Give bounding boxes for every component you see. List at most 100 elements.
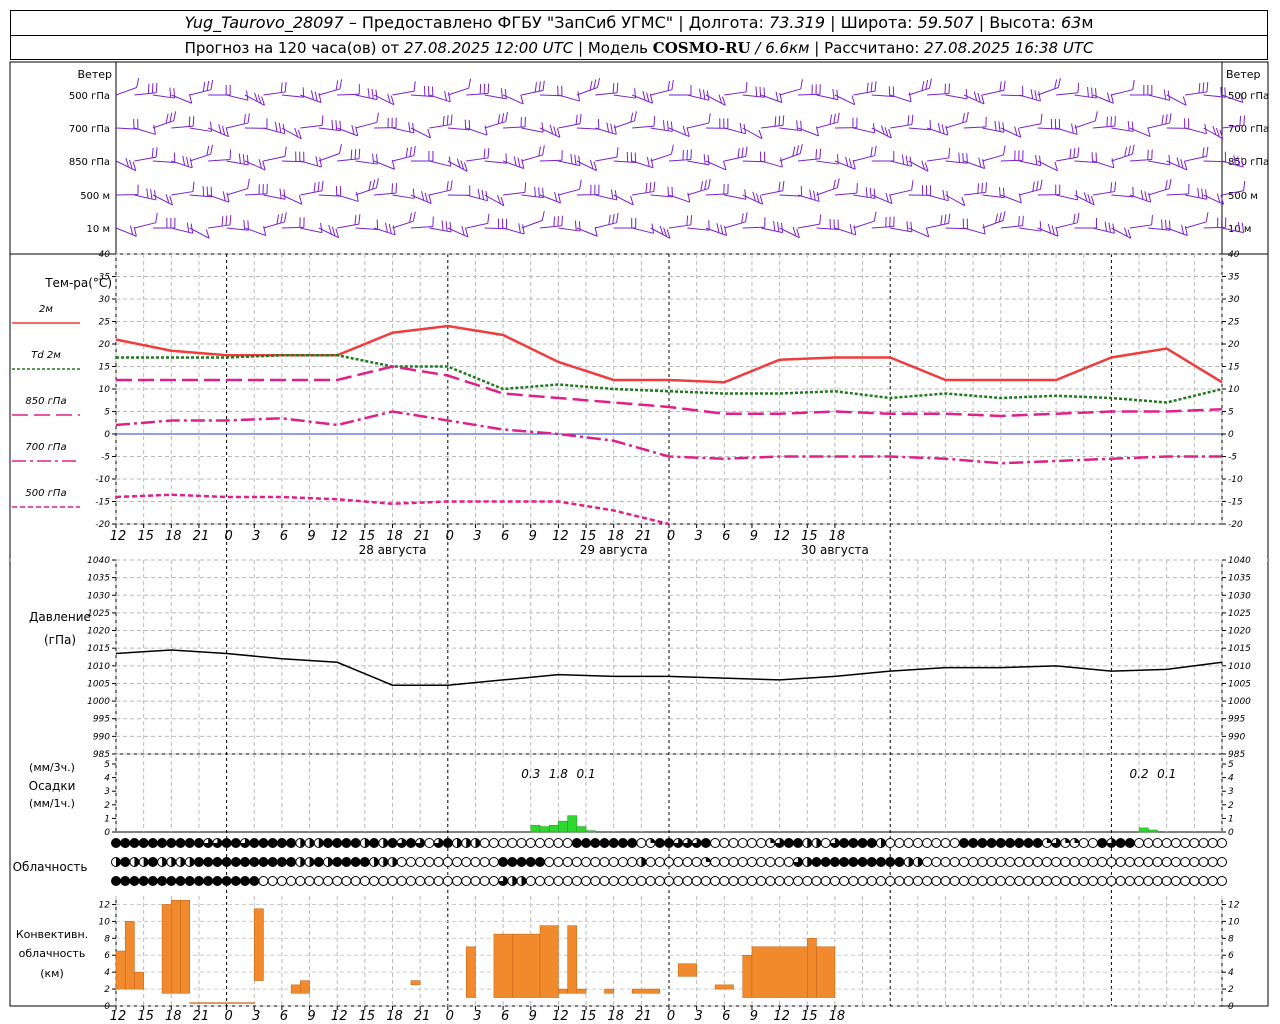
precip-annotation: 0.2 <box>1130 767 1149 781</box>
temp-x-ticklabel: 21 <box>193 529 210 544</box>
wind-barb-flag <box>579 179 582 190</box>
cloud-symbol <box>396 857 407 867</box>
wind-barb-flag <box>372 153 374 164</box>
cloud-symbol <box>138 876 149 886</box>
wind-barb-shaft <box>466 127 488 136</box>
wind-barb-flag <box>202 186 205 197</box>
wind-barb-flag <box>741 213 744 224</box>
cloud-symbol <box>1170 857 1181 867</box>
wind-barb-flag <box>477 188 481 199</box>
cloud-symbol <box>1189 838 1200 848</box>
wind-barb-flag <box>575 114 578 125</box>
conv-bar <box>677 963 697 977</box>
wind-barb-shaft <box>208 194 230 203</box>
wind-barb-shaft <box>926 194 949 202</box>
cloud-symbol <box>1087 838 1098 848</box>
wind-barb-flag <box>500 88 503 99</box>
conv-ticklabel-left: 2 <box>104 985 110 995</box>
wind-barb-shaft <box>613 120 635 129</box>
wind-barb-flag <box>907 115 910 126</box>
wind-barb-flag <box>188 93 193 104</box>
conv-bar <box>714 984 734 990</box>
cloud-symbol <box>267 876 278 886</box>
conv-x-ticklabel: 12 <box>331 1009 348 1024</box>
precip-ticklabel-left: 4 <box>104 774 110 784</box>
cloud-symbol <box>940 838 951 848</box>
temp-ticklabel-left: 15 <box>99 363 111 373</box>
temp-ticklabel-left: 25 <box>99 318 111 328</box>
wind-barb-flag <box>1131 144 1135 155</box>
wind-barb-shaft <box>300 227 322 234</box>
temp-x-ticklabel: 9 <box>307 529 315 544</box>
wind-barb-shaft <box>207 127 229 138</box>
wind-barb-shaft <box>687 160 710 166</box>
wind-barb-shaft <box>134 127 156 135</box>
cloud-symbol <box>470 876 481 886</box>
wind-barb-flag <box>865 187 868 198</box>
wind-barb-flag <box>314 91 318 102</box>
cloud-symbol <box>1152 857 1163 867</box>
conv-bar <box>180 899 190 994</box>
wind-barb-flag <box>319 157 322 168</box>
press-ticklabel-right: 1035 <box>1228 574 1251 584</box>
wind-barb-flag <box>869 187 872 198</box>
press-ticklabel-right: 1030 <box>1228 591 1251 601</box>
cloud-symbol <box>986 838 997 848</box>
wind-barb-flag <box>872 123 876 134</box>
wind-barb-flag <box>977 183 980 194</box>
cloud-symbol <box>249 876 260 886</box>
cloud-symbol <box>700 876 711 886</box>
wind-barb-shaft <box>244 160 266 171</box>
cloud-symbol <box>1051 857 1062 867</box>
wind-barb-flag <box>129 225 134 235</box>
wind-barb-flag <box>1169 113 1172 124</box>
wind-barb-shaft <box>761 227 783 234</box>
wind-barb-flag <box>186 222 190 233</box>
cloud-symbol <box>516 857 527 867</box>
wind-barb-flag <box>151 147 154 158</box>
wind-barb-flag <box>405 147 409 158</box>
wind-barb-flag <box>948 147 951 158</box>
temp-ticklabel-left: -15 <box>95 498 110 508</box>
wind-barb-shaft <box>484 94 507 100</box>
wind-barb-flag <box>221 216 224 227</box>
press-ticklabel-left: 1005 <box>87 679 110 689</box>
wind-barb-flag <box>243 114 246 125</box>
wind-barb-flag <box>487 147 490 158</box>
day-label: 29 августа <box>580 543 648 557</box>
cloud-symbol <box>350 876 361 886</box>
wind-barb-shaft <box>171 160 193 169</box>
wind-barb-flag <box>169 87 172 98</box>
wind-barb-flag <box>1038 91 1041 102</box>
wind-barb-flag <box>653 181 656 192</box>
temp-ticklabel-left: 40 <box>99 250 111 260</box>
conv-bar <box>171 899 181 994</box>
cloud-symbol <box>1115 857 1126 867</box>
wind-barb-flag <box>524 182 527 193</box>
cloud-symbol <box>1097 857 1108 867</box>
cloud-symbol <box>958 838 969 848</box>
temp-legend-label: 850 гПа <box>25 396 66 407</box>
cloud-symbol <box>571 857 582 867</box>
wind-barb-flag <box>796 145 800 155</box>
cloud-symbol <box>415 857 426 867</box>
wind-barb-shaft <box>908 227 929 238</box>
precip-ticklabel-left: 0 <box>104 828 110 838</box>
wind-title: Ветер <box>78 68 112 81</box>
temp-legend-label: Td 2м <box>31 350 61 361</box>
wind-barb-shaft <box>963 227 986 235</box>
cloud-symbol <box>221 838 232 848</box>
wind-barb-shaft <box>853 90 876 96</box>
cloud-symbol <box>1097 838 1108 848</box>
wind-barb-flag <box>243 219 246 230</box>
cloud-symbol <box>350 838 361 848</box>
cloud-symbol <box>931 838 942 848</box>
wind-barb-flag <box>317 181 320 192</box>
cloud-symbol <box>820 857 831 867</box>
wind-barb-flag <box>832 88 835 99</box>
wind-barb-shaft <box>429 94 451 103</box>
wind-barb-flag <box>1022 215 1024 226</box>
cloud-symbol <box>894 876 905 886</box>
wind-level-label: 500 м <box>80 191 110 202</box>
cloud-symbol <box>276 838 287 848</box>
